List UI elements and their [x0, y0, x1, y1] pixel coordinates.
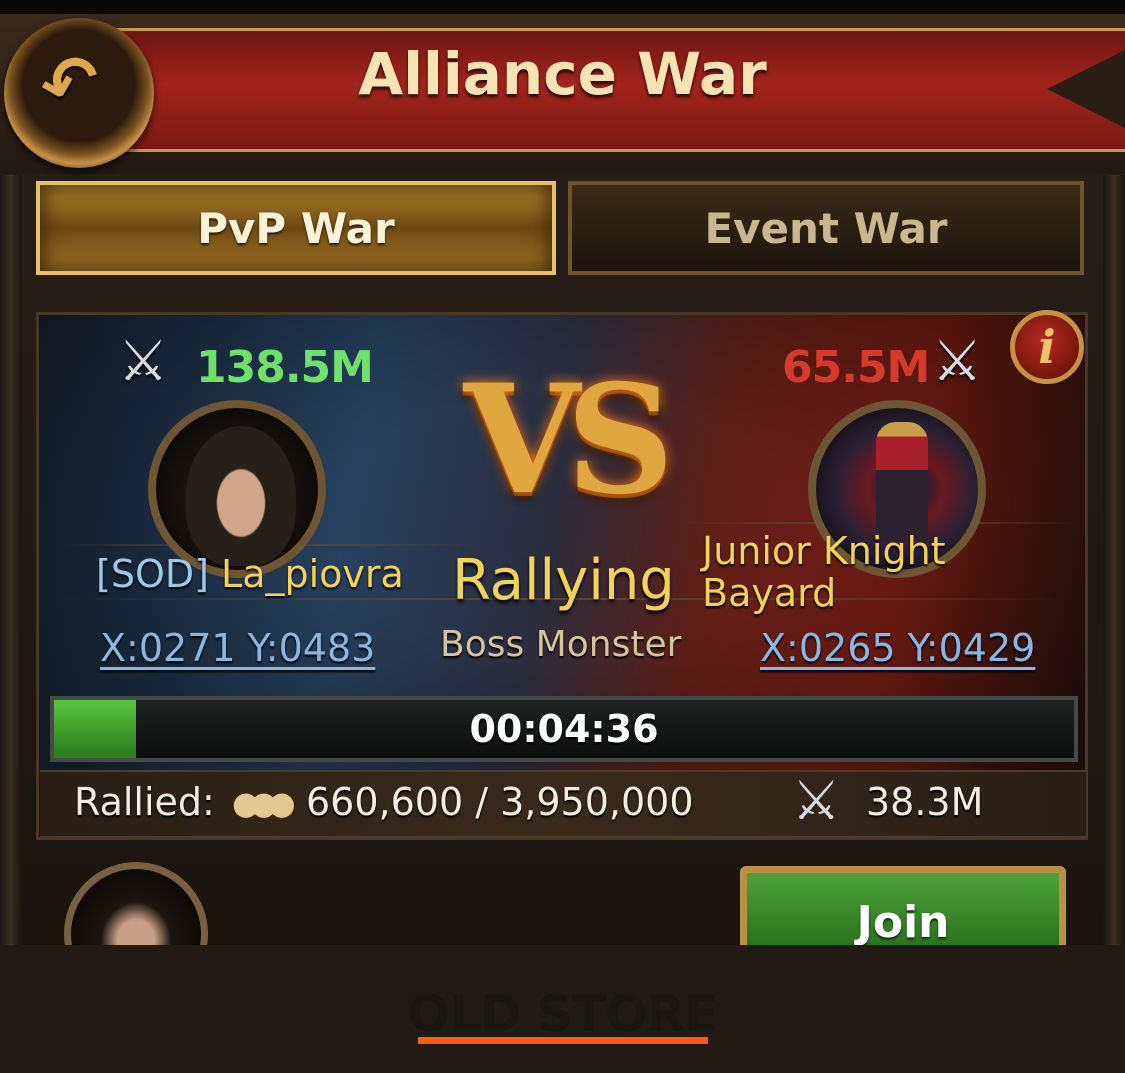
tab-pvp-war[interactable]: PvP War — [36, 181, 556, 275]
back-arrow-icon: ↶ — [31, 35, 110, 131]
tab-event-war[interactable]: Event War — [568, 181, 1084, 275]
info-button[interactable]: i — [1010, 310, 1084, 384]
vs-emblem: VS — [463, 352, 675, 528]
game-screen: Alliance War ↶ PvP War Event War ⚔ 138.5… — [0, 0, 1125, 945]
rally-target-type: Boss Monster — [440, 624, 682, 665]
rally-member-avatar[interactable] — [64, 862, 208, 945]
portrait-image — [186, 426, 296, 566]
defender-coordinates-link[interactable]: X:0265 Y:0429 — [760, 626, 1035, 670]
crossed-swords-icon: ⚔ — [118, 329, 169, 394]
rallied-label: Rallied: — [74, 780, 215, 824]
rallied-row: Rallied: ●●● 660,600 / 3,950,000 ⚔ 38.3M — [40, 770, 1086, 838]
crossed-swords-icon: ⚔ — [932, 329, 983, 394]
footer: OLD STORE — [0, 945, 1125, 1073]
defender-name-line: Junior Knight — [702, 529, 946, 573]
footer-underline — [418, 1037, 708, 1044]
attacker-coordinates-link[interactable]: X:0271 Y:0483 — [100, 626, 375, 670]
attacker-player-name: La_piovra — [221, 552, 404, 596]
back-button[interactable]: ↶ — [4, 18, 154, 168]
attacker-name: [SOD] La_piovra — [96, 552, 404, 596]
rallied-power: 38.3M — [866, 780, 984, 824]
rally-status: Rallying — [452, 548, 675, 613]
rallied-count: 660,600 / 3,950,000 — [306, 780, 694, 824]
alliance-tag: [SOD] — [96, 552, 209, 596]
crossed-swords-icon: ⚔ — [792, 769, 841, 832]
defender-name-line: Bayard — [702, 571, 837, 615]
rally-timer: 00:04:36 — [469, 707, 659, 751]
portrait-image — [876, 422, 928, 542]
footer-watermark: OLD STORE — [407, 985, 719, 1043]
top-bar — [0, 0, 1125, 14]
page-title: Alliance War — [358, 40, 767, 108]
rally-progress-bar: 00:04:36 — [50, 696, 1078, 762]
left-pillar — [0, 175, 22, 945]
troops-icon: ●●● — [232, 784, 296, 822]
attacker-power: 138.5M — [196, 342, 374, 393]
defender-power: 65.5M — [782, 342, 930, 393]
right-pillar — [1103, 175, 1125, 945]
defender-name: Junior Knight Bayard — [702, 530, 946, 614]
join-button[interactable]: Join — [740, 866, 1066, 945]
